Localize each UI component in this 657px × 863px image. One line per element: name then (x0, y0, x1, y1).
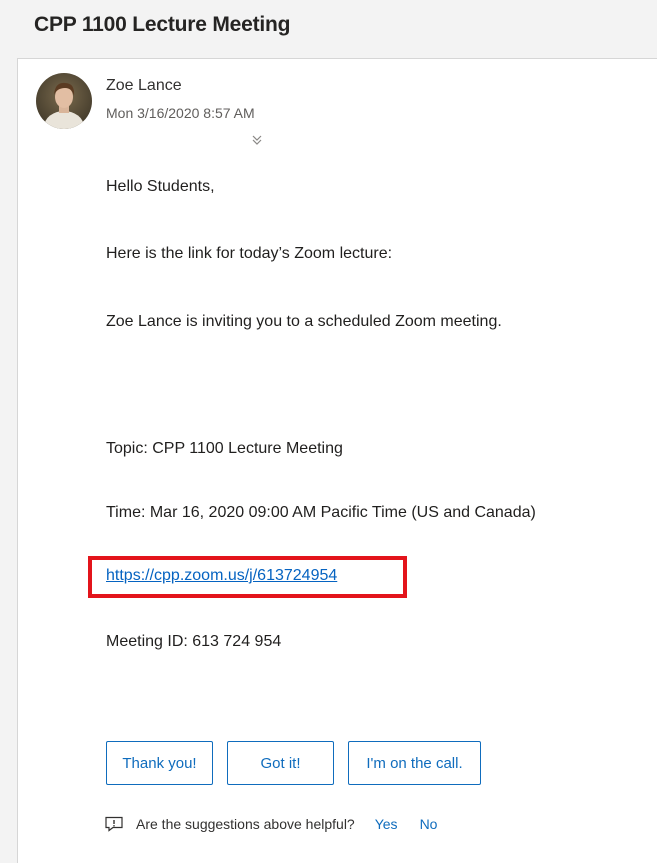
topic-text: Topic: CPP 1100 Lecture Meeting (106, 440, 343, 457)
feedback-question: Are the suggestions above helpful? (136, 816, 355, 832)
suggestions-feedback: Are the suggestions above helpful? Yes N… (104, 813, 437, 835)
message-card: Zoe Lance Mon 3/16/2020 8:57 AM Hello St… (17, 58, 657, 863)
sent-date: Mon 3/16/2020 8:57 AM (106, 105, 255, 121)
greeting-text: Hello Students, (106, 178, 215, 195)
feedback-yes-link[interactable]: Yes (375, 816, 398, 832)
invitation-text: Zoe Lance is inviting you to a scheduled… (106, 313, 502, 330)
intro-text: Here is the link for today’s Zoom lectur… (106, 245, 393, 262)
meeting-id-text: Meeting ID: 613 724 954 (106, 633, 282, 650)
suggested-reply-got-it[interactable]: Got it! (227, 741, 334, 785)
sender-name[interactable]: Zoe Lance (106, 77, 182, 95)
time-text: Time: Mar 16, 2020 09:00 AM Pacific Time… (106, 504, 536, 521)
feedback-no-link[interactable]: No (420, 816, 438, 832)
reading-pane: CPP 1100 Lecture Meeting Zoe Lance Mon 3… (0, 0, 657, 863)
suggested-reply-thank-you[interactable]: Thank you! (106, 741, 213, 785)
zoom-meeting-link[interactable]: https://cpp.zoom.us/j/613724954 (106, 567, 337, 585)
expand-chevron-icon[interactable] (250, 133, 264, 147)
sender-avatar[interactable] (36, 73, 92, 129)
feedback-icon (105, 816, 123, 832)
message-subject: CPP 1100 Lecture Meeting (34, 13, 291, 36)
suggested-reply-on-call[interactable]: I'm on the call. (348, 741, 481, 785)
user-photo-icon (36, 73, 92, 129)
